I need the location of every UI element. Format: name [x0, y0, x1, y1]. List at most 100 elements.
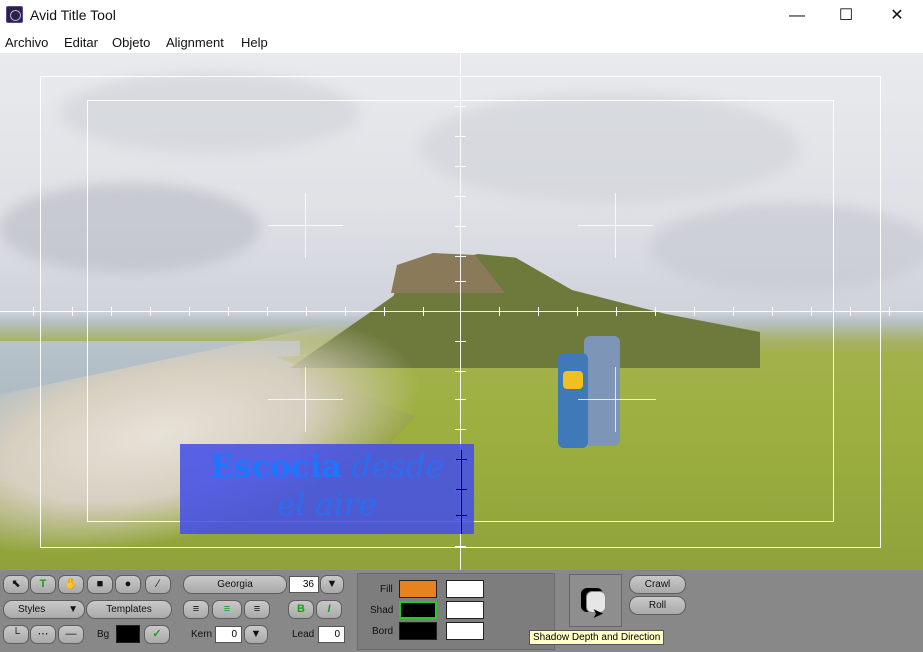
- align-right-button[interactable]: ≡: [244, 600, 270, 619]
- guide-tick: [616, 307, 617, 316]
- roll-button[interactable]: Roll: [629, 596, 686, 615]
- crosshair-marker: [615, 193, 616, 258]
- app-window: Avid Title Tool — ☐ ✕ Archivo Editar Obj…: [0, 0, 923, 652]
- chevron-down-icon: ▼: [326, 578, 338, 590]
- border-color-swatch[interactable]: [399, 622, 437, 640]
- title-word-bold: Escocia: [210, 449, 342, 485]
- window-title: Avid Title Tool: [30, 7, 116, 23]
- title-text-object[interactable]: Escocia desde el aire: [180, 444, 474, 534]
- guide-tick: [850, 307, 851, 316]
- pointer-icon: ⬉: [11, 578, 21, 590]
- close-button[interactable]: ✕: [874, 0, 920, 31]
- guide-tick: [228, 307, 229, 316]
- guide-tick: [306, 307, 307, 316]
- templates-button[interactable]: Templates: [86, 600, 172, 619]
- shadow-label: Shad: [370, 605, 394, 616]
- title-line-two: el aire: [277, 487, 377, 523]
- guide-tick: [455, 226, 466, 227]
- bold-icon: B: [297, 603, 305, 615]
- mouse-cursor-icon: ➤: [592, 605, 604, 621]
- guide-tick: [423, 307, 424, 316]
- tooltip: Shadow Depth and Direction: [529, 630, 665, 645]
- guide-tick: [455, 256, 466, 257]
- guide-tick: [455, 136, 466, 137]
- crosshair-marker: [305, 193, 306, 258]
- maximize-button[interactable]: ☐: [823, 0, 869, 31]
- text-cursor-tick: [456, 489, 467, 490]
- rectangle-icon: ■: [96, 578, 104, 590]
- menu-objeto[interactable]: Objeto: [112, 35, 150, 50]
- guide-tick: [33, 307, 34, 316]
- align-left-button[interactable]: ≡: [183, 600, 209, 619]
- guide-tick: [384, 307, 385, 316]
- text-cursor-line: [461, 450, 462, 534]
- solid-line-button[interactable]: —: [58, 625, 84, 644]
- bold-button[interactable]: B: [288, 600, 314, 619]
- guide-tick: [772, 307, 773, 316]
- guide-tick: [455, 166, 466, 167]
- horizontal-center-guide: [0, 311, 923, 312]
- guide-tick: [577, 307, 578, 316]
- guide-tick: [455, 281, 466, 282]
- text-cursor-tick: [456, 459, 467, 460]
- menu-bar: Archivo Editar Objeto Alignment Help: [0, 31, 923, 53]
- font-size-dropdown[interactable]: ▼: [320, 575, 344, 594]
- bg-toggle-button[interactable]: ✓: [144, 625, 170, 644]
- bg-label: Bg: [97, 629, 110, 640]
- kern-field[interactable]: 0: [215, 626, 242, 643]
- fill-label: Fill: [380, 584, 393, 595]
- bg-color-swatch[interactable]: [116, 625, 140, 643]
- chevron-down-icon: ▼: [250, 628, 262, 640]
- guide-tick: [499, 307, 500, 316]
- kern-dropdown[interactable]: ▼: [244, 625, 268, 644]
- crosshair-marker: [305, 367, 306, 432]
- guide-tick: [733, 307, 734, 316]
- guide-tick: [694, 307, 695, 316]
- guide-tick: [189, 307, 190, 316]
- minimize-button[interactable]: —: [774, 0, 820, 31]
- crosshair-marker: [615, 367, 616, 432]
- dotted-line-button[interactable]: ⋯: [30, 625, 56, 644]
- menu-archivo[interactable]: Archivo: [5, 35, 48, 50]
- shadow-color-swatch[interactable]: [399, 601, 437, 619]
- menu-alignment[interactable]: Alignment: [166, 35, 224, 50]
- align-left-icon: ≡: [192, 603, 200, 615]
- chevron-down-icon: ▼: [68, 604, 78, 615]
- italic-button[interactable]: I: [316, 600, 342, 619]
- baseline-button[interactable]: └: [3, 625, 29, 644]
- italic-icon: I: [327, 603, 331, 615]
- line-tool-button[interactable]: ∕: [145, 575, 171, 594]
- align-center-button[interactable]: ≡: [212, 600, 242, 619]
- title-text[interactable]: Escocia desde el aire: [180, 448, 474, 524]
- crawl-button[interactable]: Crawl: [629, 575, 686, 594]
- guide-tick: [111, 307, 112, 316]
- fill-color-swatch[interactable]: [399, 580, 437, 598]
- border-transparency-swatch[interactable]: [446, 622, 484, 640]
- text-cursor-tick: [456, 515, 467, 516]
- text-tool-button[interactable]: T: [30, 575, 56, 594]
- border-label: Bord: [372, 626, 394, 637]
- title-bar: Avid Title Tool — ☐ ✕: [0, 0, 923, 31]
- guide-tick: [72, 307, 73, 316]
- ellipse-tool-button[interactable]: ●: [115, 575, 141, 594]
- solid-line-icon: —: [65, 628, 77, 640]
- lead-field[interactable]: 0: [318, 626, 345, 643]
- font-size-field[interactable]: 36: [289, 576, 319, 593]
- shadow-transparency-swatch[interactable]: [446, 601, 484, 619]
- fill-transparency-swatch[interactable]: [446, 580, 484, 598]
- menu-help[interactable]: Help: [241, 35, 268, 50]
- align-center-icon: ≡: [223, 603, 231, 615]
- font-selector[interactable]: Georgia: [183, 575, 287, 594]
- rectangle-tool-button[interactable]: ■: [87, 575, 113, 594]
- title-canvas[interactable]: Escocia desde el aire: [0, 53, 923, 570]
- pointer-tool-button[interactable]: ⬉: [3, 575, 29, 594]
- shadow-depth-control[interactable]: ➤: [569, 574, 622, 627]
- text-tool-icon: T: [39, 578, 47, 590]
- hand-icon: ✋: [64, 578, 78, 590]
- guide-tick: [455, 106, 466, 107]
- guide-tick: [455, 341, 466, 342]
- guide-tick: [538, 307, 539, 316]
- hand-tool-button[interactable]: ✋: [58, 575, 84, 594]
- styles-dropdown[interactable]: Styles ▼: [3, 600, 85, 619]
- menu-editar[interactable]: Editar: [64, 35, 98, 50]
